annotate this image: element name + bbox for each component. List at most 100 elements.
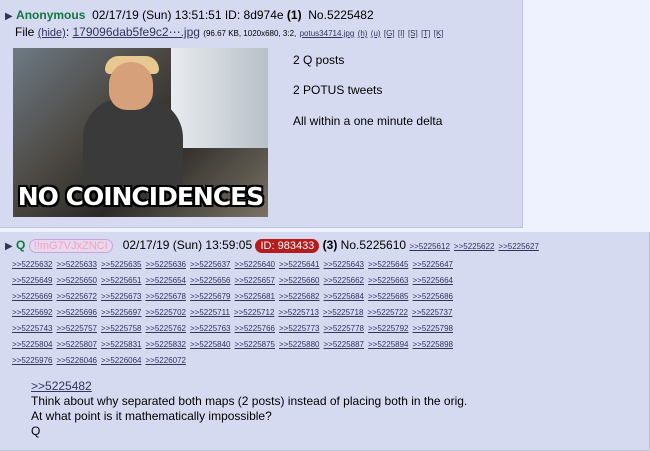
backlink[interactable]: >>5225804 xyxy=(12,340,53,349)
backlink-row: >>5225632 >>5225633 >>5225635 >>5225636 >>52… xyxy=(12,256,457,272)
backlink[interactable]: >>5225672 xyxy=(57,292,98,301)
file-link-u[interactable]: (u) xyxy=(371,29,381,38)
backlink[interactable]: >>5225898 xyxy=(413,340,454,349)
backlink[interactable]: >>5225763 xyxy=(190,324,231,333)
tripcode: !!mG7VJxZNCI xyxy=(28,239,113,253)
file-link-t[interactable]: [T] xyxy=(421,29,430,38)
backlink[interactable]: >>5225650 xyxy=(57,276,98,285)
hide-file-link[interactable]: (hide) xyxy=(38,27,66,39)
backlink[interactable]: >>5225894 xyxy=(368,340,409,349)
file-link-k[interactable]: [K] xyxy=(434,29,444,38)
backlink[interactable]: >>5225778 xyxy=(324,324,365,333)
backlink-row: >>5225804 >>5225807 >>5225831 >>5225832 >>52… xyxy=(12,336,457,352)
backlink[interactable]: >>5225640 xyxy=(235,260,276,269)
backlink[interactable]: >>5225692 xyxy=(12,308,53,317)
file-link-h[interactable]: (h) xyxy=(358,29,368,38)
post-image-thumbnail[interactable]: NO COINCIDENCES xyxy=(13,48,268,217)
backlink[interactable]: >>5225662 xyxy=(324,276,365,285)
backlink[interactable]: >>5225632 xyxy=(12,260,53,269)
backlink[interactable]: >>5225831 xyxy=(101,340,142,349)
backlink[interactable]: >>5225887 xyxy=(324,340,365,349)
file-name-link[interactable]: 179096dab5fe9c2⋯.jpg xyxy=(72,25,199,39)
backlink[interactable]: >>5225832 xyxy=(146,340,187,349)
backlink[interactable]: >>5225792 xyxy=(368,324,409,333)
backlink[interactable]: >>5225660 xyxy=(279,276,320,285)
backlink[interactable]: >>5225807 xyxy=(57,340,98,349)
backlink[interactable]: >>5226072 xyxy=(146,356,187,365)
backlink[interactable]: >>5225711 xyxy=(190,308,230,317)
id-post-count: (3) xyxy=(322,238,338,252)
backlink[interactable]: >>5225645 xyxy=(368,260,409,269)
backlink[interactable]: >>5225641 xyxy=(279,260,320,269)
backlink-row: >>5225743 >>5225757 >>5225758 >>5225762 >>52… xyxy=(12,320,457,336)
backlinks-list: >>5225632 >>5225633 >>5225635 >>5225636 >>52… xyxy=(12,256,457,368)
file-link-g[interactable]: [G] xyxy=(384,29,395,38)
backlink[interactable]: >>5225743 xyxy=(12,324,53,333)
backlink[interactable]: >>5225657 xyxy=(235,276,276,285)
file-metadata: (96.67 KB, 1020x680, 3:2, xyxy=(203,29,297,38)
post-number[interactable]: No.5225482 xyxy=(308,8,373,22)
file-link-i[interactable]: [I] xyxy=(398,29,405,38)
backlink[interactable]: >>5225758 xyxy=(101,324,142,333)
backlink[interactable]: >>5225622 xyxy=(454,242,495,251)
backlink[interactable]: >>5225633 xyxy=(57,260,98,269)
backlink[interactable]: >>5225637 xyxy=(190,260,231,269)
backlink[interactable]: >>5225685 xyxy=(368,292,409,301)
collapse-arrow-icon[interactable]: ▶ xyxy=(5,241,13,252)
collapse-arrow-icon[interactable]: ▶ xyxy=(5,11,13,22)
poster-name: Anonymous xyxy=(16,8,86,22)
backlink[interactable]: >>5225649 xyxy=(12,276,53,285)
original-filename-link[interactable]: potus34714.jpg xyxy=(300,29,355,38)
backlink[interactable]: >>5225647 xyxy=(413,260,454,269)
backlink[interactable]: >>5225627 xyxy=(498,242,539,251)
backlink[interactable]: >>5225678 xyxy=(146,292,187,301)
post-number[interactable]: No.5225610 xyxy=(341,238,406,252)
backlink[interactable]: >>5225757 xyxy=(57,324,98,333)
backlink[interactable]: >>5225697 xyxy=(101,308,142,317)
backlink[interactable]: >>5225656 xyxy=(190,276,231,285)
backlink[interactable]: >>5225664 xyxy=(413,276,454,285)
backlink[interactable]: >>5225718 xyxy=(323,308,364,317)
backlink[interactable]: >>5225679 xyxy=(190,292,231,301)
backlink[interactable]: >>5225875 xyxy=(235,340,276,349)
backlink[interactable]: >>5225737 xyxy=(412,308,453,317)
backlink[interactable]: >>5225681 xyxy=(235,292,276,301)
backlink[interactable]: >>5225643 xyxy=(324,260,365,269)
backlink[interactable]: >>5225713 xyxy=(278,308,319,317)
backlink[interactable]: >>5226046 xyxy=(57,356,98,365)
backlink[interactable]: >>5225880 xyxy=(279,340,320,349)
backlink[interactable]: >>5225612 xyxy=(409,242,450,251)
backlink[interactable]: >>5225762 xyxy=(146,324,187,333)
backlink[interactable]: >>5225766 xyxy=(235,324,276,333)
poster-id[interactable]: 8d974e xyxy=(244,8,284,22)
poster-id-badge[interactable]: ID: 983433 xyxy=(255,239,320,253)
backlink[interactable]: >>5225684 xyxy=(324,292,365,301)
id-label: ID: xyxy=(224,8,241,22)
file-info: File (hide): 179096dab5fe9c2⋯.jpg (96.67… xyxy=(15,25,444,39)
backlink[interactable]: >>5225686 xyxy=(413,292,454,301)
backlink[interactable]: >>5226064 xyxy=(101,356,142,365)
backlink-row: >>5225976 >>5226046 >>5226064 >>5226072 xyxy=(12,352,457,368)
post-datetime: 02/17/19 (Sun) 13:59:05 xyxy=(122,238,253,252)
backlink[interactable]: >>5225773 xyxy=(279,324,320,333)
backlink[interactable]: >>5225976 xyxy=(12,356,53,365)
backlink[interactable]: >>5225636 xyxy=(146,260,187,269)
backlink[interactable]: >>5225654 xyxy=(146,276,187,285)
quote-link[interactable]: >>5225482 xyxy=(31,379,92,393)
post-body-line: Think about why separated both maps (2 p… xyxy=(31,394,468,408)
backlink[interactable]: >>5225712 xyxy=(234,308,275,317)
backlink[interactable]: >>5225669 xyxy=(12,292,53,301)
backlink[interactable]: >>5225798 xyxy=(413,324,454,333)
backlink[interactable]: >>5225635 xyxy=(101,260,142,269)
backlink[interactable]: >>5225663 xyxy=(368,276,409,285)
backlink[interactable]: >>5225673 xyxy=(101,292,142,301)
backlink[interactable]: >>5225651 xyxy=(101,276,142,285)
backlink[interactable]: >>5225682 xyxy=(279,292,320,301)
backlink[interactable]: >>5225702 xyxy=(146,308,187,317)
file-link-s[interactable]: [S] xyxy=(408,29,418,38)
backlink[interactable]: >>5225722 xyxy=(367,308,408,317)
backlink[interactable]: >>5225696 xyxy=(57,308,98,317)
post-body-line: At what point is it mathematically impos… xyxy=(31,409,272,423)
post-datetime: 02/17/19 (Sun) 13:51:51 xyxy=(92,8,222,22)
backlink[interactable]: >>5225840 xyxy=(190,340,231,349)
